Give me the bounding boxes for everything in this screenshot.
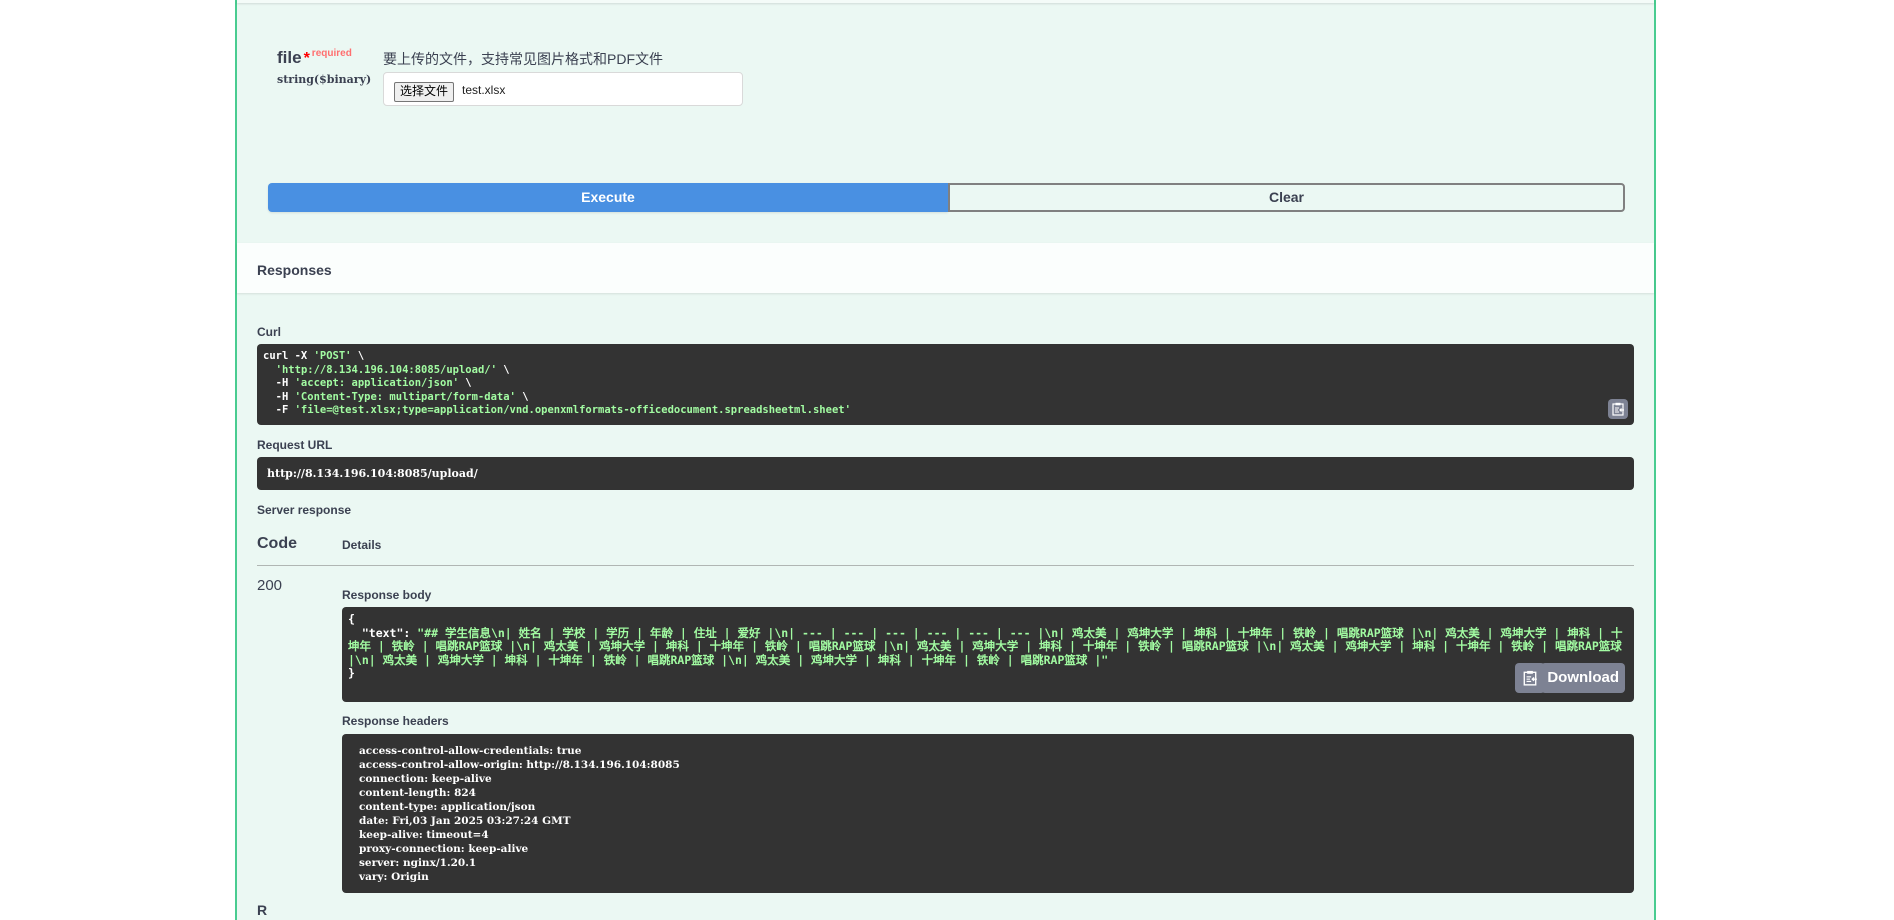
operation-panel: file * required string($binary) 要上传的文件，支持常… <box>235 0 1656 920</box>
response-header-line: access-control-allow-credentials: true <box>359 745 582 757</box>
curl-string: 'accept: application/json' <box>294 377 459 389</box>
curl-string: 'Content-Type: multipart/form-data' <box>294 390 516 403</box>
curl-continuation: \ <box>496 363 510 376</box>
code-column-header: Code <box>257 535 297 552</box>
json-open-brace: { <box>348 612 355 626</box>
param-name: file * required <box>277 48 352 68</box>
copy-curl-button[interactable] <box>1608 399 1628 419</box>
response-header-line: vary: Origin <box>359 871 429 883</box>
responses-header <box>237 243 1654 293</box>
curl-continuation: \ <box>351 350 365 362</box>
response-header-line: content-type: application/json <box>359 801 536 813</box>
curl-line: curl -X 'POST' \ <box>263 350 364 362</box>
response-header-line: server: nginx/1.20.1 <box>359 857 477 869</box>
clear-button[interactable]: Clear <box>948 183 1625 212</box>
required-label: required <box>311 48 352 60</box>
response-headers-block[interactable]: access-control-allow-credentials: true a… <box>342 734 1634 893</box>
json-value: "## 学生信息\n| 姓名 | 学校 | 学历 | 年龄 | 住址 | 爱好 … <box>348 625 1629 667</box>
curl-token: curl -X <box>263 350 314 362</box>
param-name-text: file <box>277 48 302 67</box>
curl-string: 'file=@test.xlsx;type=application/vnd.op… <box>294 404 851 416</box>
curl-code-block[interactable]: curl -X 'POST' \ 'http://8.134.196.104:8… <box>257 344 1634 425</box>
response-headers-label: Response headers <box>342 714 449 728</box>
selected-file-name: test.xlsx <box>462 83 506 97</box>
response-header-line: content-length: 824 <box>359 787 476 799</box>
curl-line: -H 'Content-Type: multipart/form-data' \ <box>263 391 529 403</box>
download-button[interactable]: Download <box>1541 663 1625 693</box>
table-header-divider <box>257 565 1634 566</box>
execute-button[interactable]: Execute <box>268 183 948 212</box>
details-column-header: Details <box>342 538 382 552</box>
responses-title: Responses <box>257 262 332 278</box>
response-body-label: Response body <box>342 588 432 602</box>
curl-token: -H <box>263 377 295 389</box>
response-header-line: proxy-connection: keep-alive <box>359 843 529 855</box>
server-response-label: Server response <box>257 503 352 517</box>
curl-token: -H <box>263 390 295 403</box>
curl-string: 'POST' <box>313 350 352 362</box>
param-type: string($binary) <box>277 73 372 86</box>
curl-label: Curl <box>257 325 281 339</box>
clipboard-icon <box>1612 402 1624 416</box>
next-section-heading: R <box>257 902 268 918</box>
curl-line: -F 'file=@test.xlsx;type=application/vnd… <box>263 404 851 416</box>
response-header-line: connection: keep-alive <box>359 773 492 785</box>
response-headers: access-control-allow-credentials: true a… <box>342 734 1634 894</box>
response-header-line: date: Fri,03 Jan 2025 03:27:24 GMT <box>359 815 571 827</box>
curl-token: -F <box>263 404 295 416</box>
response-header-line: access-control-allow-origin: http://8.13… <box>359 759 680 771</box>
request-url-box: http://8.134.196.104:8085/upload/ <box>257 457 1634 490</box>
curl-line: 'http://8.134.196.104:8085/upload/' \ <box>263 364 510 376</box>
clipboard-icon <box>1523 670 1537 686</box>
json-key: "text": <box>348 625 418 640</box>
curl-line: -H 'accept: application/json' \ <box>263 377 472 389</box>
param-description: 要上传的文件，支持常见图片格式和PDF文件 <box>383 51 663 67</box>
curl-command: curl -X 'POST' \ 'http://8.134.196.104:8… <box>257 344 1634 424</box>
required-star: * <box>303 50 310 67</box>
json-close-brace: } <box>348 666 355 680</box>
panel-top-divider <box>237 0 1654 3</box>
curl-continuation: \ <box>515 390 529 403</box>
curl-token <box>263 364 276 376</box>
response-header-line: keep-alive: timeout=4 <box>359 829 489 841</box>
request-url: http://8.134.196.104:8085/upload/ <box>267 467 478 480</box>
file-input[interactable]: 选择文件 test.xlsx <box>383 72 743 106</box>
request-url-label: Request URL <box>257 438 333 452</box>
response-body: { "text": "## 学生信息\n| 姓名 | 学校 | 学历 | 年龄 … <box>342 607 1634 687</box>
curl-continuation: \ <box>458 377 472 389</box>
curl-string: 'http://8.134.196.104:8085/upload/' <box>275 363 497 376</box>
choose-file-button[interactable]: 选择文件 <box>394 82 455 102</box>
status-code: 200 <box>257 577 283 594</box>
response-body-block[interactable]: { "text": "## 学生信息\n| 姓名 | 学校 | 学历 | 年龄 … <box>342 607 1634 702</box>
